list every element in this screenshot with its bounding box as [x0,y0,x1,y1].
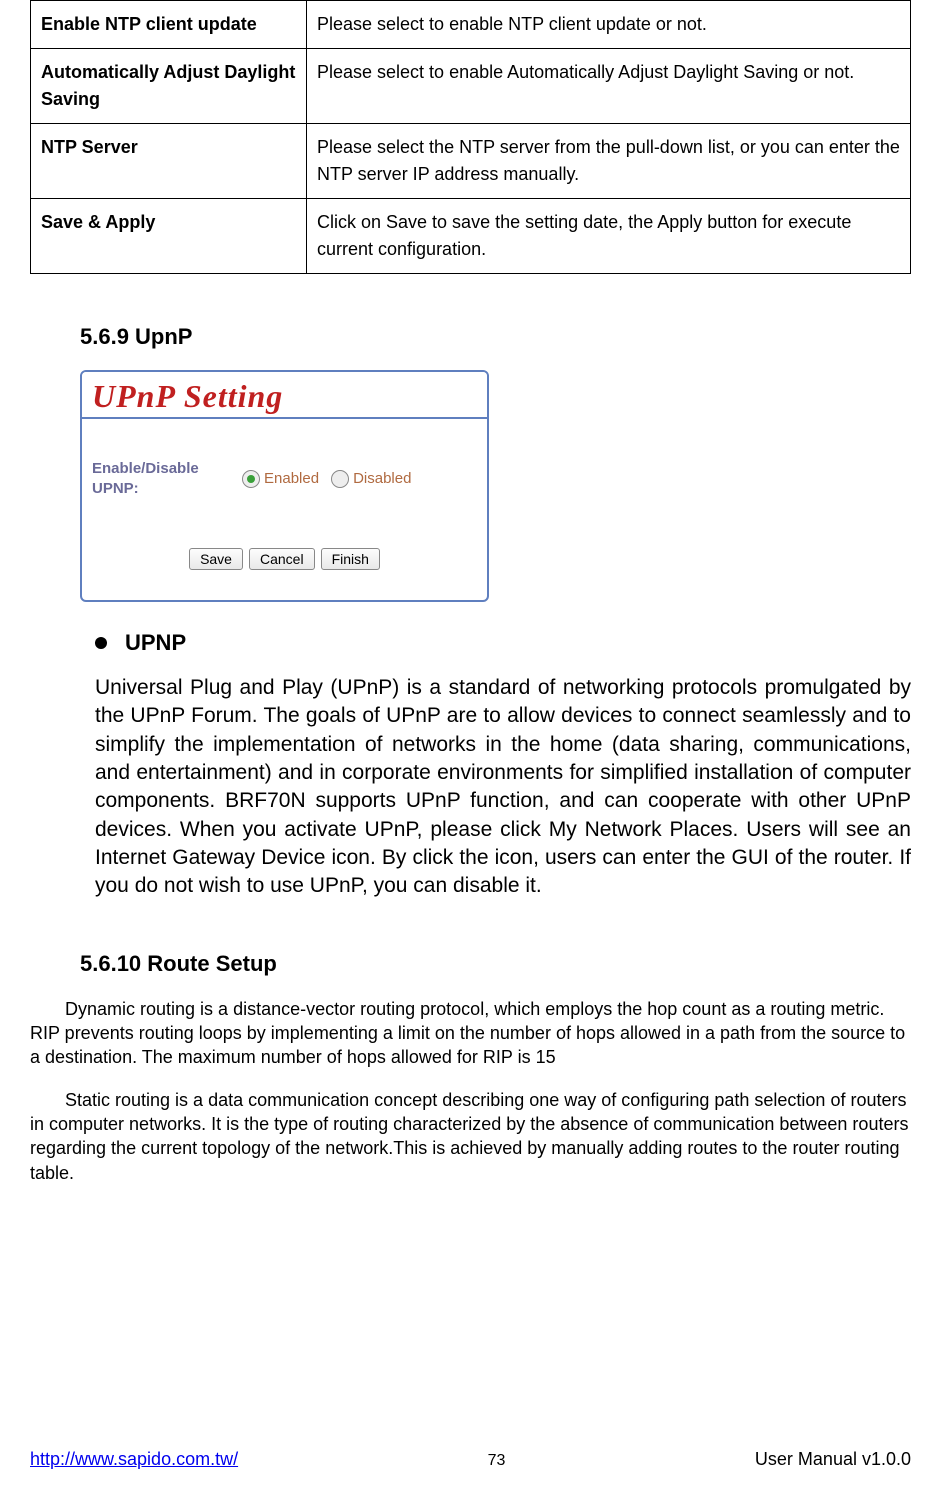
finish-button[interactable]: Finish [321,548,380,570]
section-heading-upnp: 5.6.9 UpnP [80,324,911,350]
upnp-row-label: Enable/Disable UPNP: [92,459,232,498]
save-button[interactable]: Save [189,548,243,570]
panel-header: UPnP Setting [82,372,487,419]
route-paragraph-1: Dynamic routing is a distance-vector rou… [30,997,911,1070]
bullet-label: UPNP [125,630,186,656]
footer-url-link[interactable]: http://www.sapido.com.tw/ [30,1449,238,1470]
table-row: Enable NTP client update Please select t… [31,1,911,49]
bullet-icon [95,637,107,649]
setting-desc: Please select to enable NTP client updat… [307,1,911,49]
table-row: Save & Apply Click on Save to save the s… [31,199,911,274]
radio-enabled[interactable] [242,470,260,488]
setting-desc: Click on Save to save the setting date, … [307,199,911,274]
panel-title: UPnP Setting [92,378,283,414]
settings-table: Enable NTP client update Please select t… [30,0,911,274]
setting-label: Save & Apply [31,199,307,274]
radio-disabled[interactable] [331,470,349,488]
setting-desc: Please select the NTP server from the pu… [307,124,911,199]
radio-enabled-label: Enabled [264,470,319,487]
setting-label: NTP Server [31,124,307,199]
setting-label: Enable NTP client update [31,1,307,49]
setting-desc: Please select to enable Automatically Ad… [307,49,911,124]
route-paragraph-2: Static routing is a data communication c… [30,1088,911,1185]
footer-right-text: User Manual v1.0.0 [755,1449,911,1470]
upnp-paragraph: Universal Plug and Play (UPnP) is a stan… [95,674,911,901]
table-row: NTP Server Please select the NTP server … [31,124,911,199]
page-footer: http://www.sapido.com.tw/ 73 User Manual… [30,1449,911,1470]
upnp-setting-panel: UPnP Setting Enable/Disable UPNP: Enable… [80,370,489,602]
footer-page-number: 73 [488,1452,506,1470]
section-heading-route: 5.6.10 Route Setup [80,951,911,977]
cancel-button[interactable]: Cancel [249,548,315,570]
radio-disabled-label: Disabled [353,470,411,487]
table-row: Automatically Adjust Daylight Saving Ple… [31,49,911,124]
setting-label: Automatically Adjust Daylight Saving [31,49,307,124]
bullet-heading-upnp: UPNP [95,630,911,656]
